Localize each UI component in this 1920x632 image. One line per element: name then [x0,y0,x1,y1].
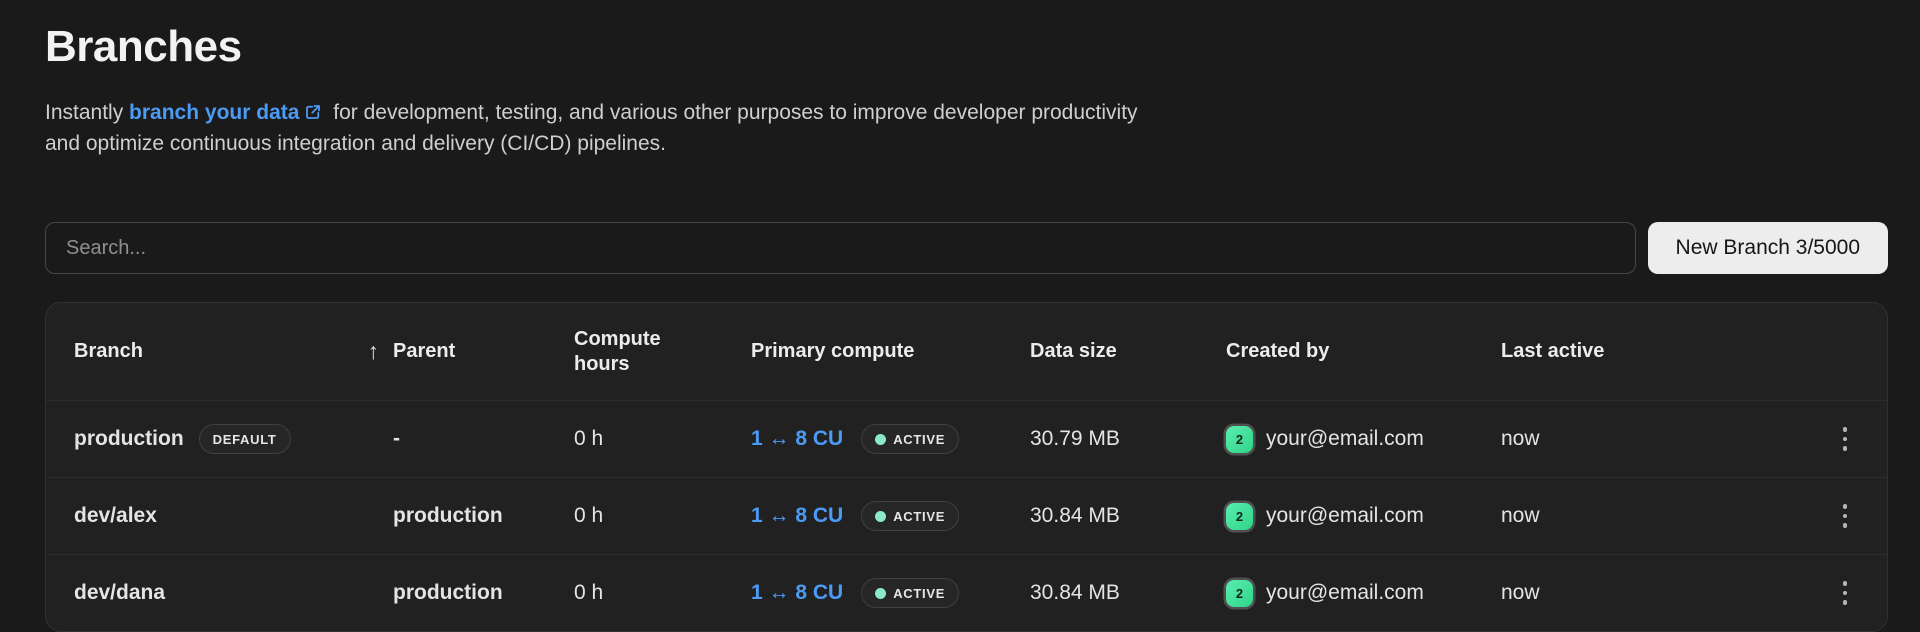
kebab-menu-button[interactable] [1825,496,1865,536]
compute-size-link[interactable]: 1 ↔ 8 CU [751,581,843,605]
column-header-compute-hours-label: Compute hours [574,327,686,377]
description-part1: Instantly [45,101,129,124]
created-by-cell: 2 your@email.com [1226,426,1501,453]
branch-cell: dev/alex [74,504,393,528]
column-header-data-size[interactable]: Data size [1030,340,1226,363]
status-label: ACTIVE [893,509,945,524]
branches-table: Branch ↑ Parent Compute hours Primary co… [45,302,1888,632]
table-header: Branch ↑ Parent Compute hours Primary co… [46,303,1887,400]
status-badge: ACTIVE [861,501,959,531]
description-part3: and optimize continuous integration and … [45,129,1365,158]
page-description: Instantly branch your data for developme… [45,98,1365,158]
branch-name: dev/alex [74,504,157,528]
default-badge: DEFAULT [199,424,291,454]
created-by-cell: 2 your@email.com [1226,503,1501,530]
data-size: 30.84 MB [1030,581,1226,605]
branch-name: production [74,427,184,451]
status-dot-icon [875,434,886,445]
external-link-icon [304,100,322,129]
status-badge: ACTIVE [861,578,959,608]
created-by-email: your@email.com [1266,581,1424,605]
avatar: 2 [1226,580,1253,607]
last-active: now [1501,581,1821,605]
compute-size-link[interactable]: 1 ↔ 8 CU [751,504,843,528]
kebab-menu-button[interactable] [1825,419,1865,459]
column-header-created-by[interactable]: Created by [1226,340,1501,363]
search-toolbar: New Branch 3/5000 [45,222,1888,274]
table-body: production DEFAULT - 0 h 1 ↔ 8 CU ACTIVE… [46,400,1887,631]
compute-size-link[interactable]: 1 ↔ 8 CU [751,427,843,451]
branch-name: dev/dana [74,581,165,605]
primary-compute-cell: 1 ↔ 8 CU ACTIVE [751,578,1030,608]
data-size: 30.79 MB [1030,427,1226,451]
parent-branch: - [393,427,574,451]
branch-cell: dev/dana [74,581,393,605]
kebab-menu-icon [1843,504,1848,528]
parent-branch: production [393,581,574,605]
avatar: 2 [1226,426,1253,453]
data-size: 30.84 MB [1030,504,1226,528]
actions-cell [1821,419,1887,459]
column-header-primary-compute[interactable]: Primary compute [751,340,1030,363]
primary-compute-cell: 1 ↔ 8 CU ACTIVE [751,501,1030,531]
avatar: 2 [1226,503,1253,530]
created-by-email: your@email.com [1266,504,1424,528]
status-dot-icon [875,588,886,599]
kebab-menu-button[interactable] [1825,573,1865,613]
table-row[interactable]: production DEFAULT - 0 h 1 ↔ 8 CU ACTIVE… [46,400,1887,477]
search-input[interactable] [45,222,1636,274]
description-part2: for development, testing, and various ot… [327,101,1137,124]
status-label: ACTIVE [893,586,945,601]
status-label: ACTIVE [893,432,945,447]
column-header-compute-hours[interactable]: Compute hours [574,327,751,377]
branch-cell: production DEFAULT [74,424,393,454]
branches-page: Branches Instantly branch your data for … [0,0,1920,632]
column-header-parent[interactable]: Parent [393,340,574,363]
compute-hours: 0 h [574,504,751,528]
actions-cell [1821,573,1887,613]
last-active: now [1501,427,1821,451]
last-active: now [1501,504,1821,528]
kebab-menu-icon [1843,581,1848,605]
column-header-last-active[interactable]: Last active [1501,340,1821,363]
column-header-branch[interactable]: Branch ↑ [74,338,393,365]
actions-cell [1821,496,1887,536]
branch-your-data-link[interactable]: branch your data [129,101,299,124]
status-dot-icon [875,511,886,522]
page-title: Branches [45,22,1888,72]
created-by-cell: 2 your@email.com [1226,580,1501,607]
compute-hours: 0 h [574,427,751,451]
column-header-branch-label: Branch [74,340,143,363]
primary-compute-cell: 1 ↔ 8 CU ACTIVE [751,424,1030,454]
compute-hours: 0 h [574,581,751,605]
parent-branch: production [393,504,574,528]
new-branch-button[interactable]: New Branch 3/5000 [1648,222,1888,274]
table-row[interactable]: dev/alex production 0 h 1 ↔ 8 CU ACTIVE … [46,477,1887,554]
status-badge: ACTIVE [861,424,959,454]
created-by-email: your@email.com [1266,427,1424,451]
sort-ascending-icon: ↑ [368,338,380,365]
table-row[interactable]: dev/dana production 0 h 1 ↔ 8 CU ACTIVE … [46,554,1887,631]
kebab-menu-icon [1843,427,1848,451]
